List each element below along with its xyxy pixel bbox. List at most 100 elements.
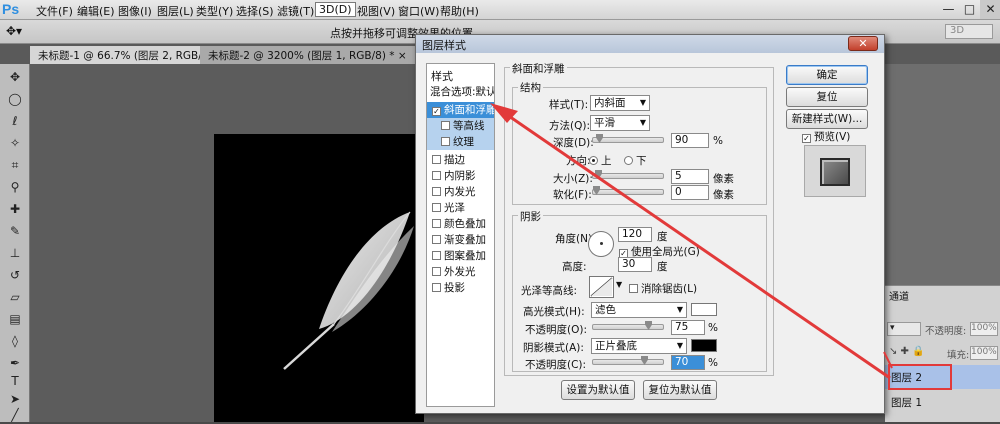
lasso-tool-icon[interactable]: ℓ	[5, 112, 25, 130]
ok-button[interactable]: 确定	[786, 65, 868, 85]
style-satin[interactable]: 光泽	[427, 200, 494, 216]
shadow-opacity-slider[interactable]	[592, 356, 664, 365]
minimize-icon[interactable]: —	[938, 0, 959, 19]
style-texture[interactable]: 纹理	[427, 134, 494, 150]
new-style-button[interactable]: 新建样式(W)...	[786, 109, 868, 129]
style-inner-glow[interactable]: 内发光	[427, 184, 494, 200]
line-tool-icon[interactable]: ╱	[5, 406, 25, 424]
eraser-tool-icon[interactable]: ▱	[5, 288, 25, 306]
make-default-button[interactable]: 设置为默认值	[561, 380, 635, 400]
checkbox[interactable]	[432, 171, 441, 180]
style-inner-shadow[interactable]: 内阴影	[427, 168, 494, 184]
angle-dial[interactable]	[588, 231, 614, 257]
gloss-contour-picker[interactable]	[589, 276, 614, 298]
style-color-overlay[interactable]: 颜色叠加	[427, 216, 494, 232]
checkbox[interactable]	[432, 155, 441, 164]
menu-filter[interactable]: 滤镜(T)	[277, 3, 314, 19]
direction-down-radio[interactable]: 下	[624, 153, 647, 168]
soften-field[interactable]: 0	[671, 185, 709, 200]
restore-icon[interactable]: □	[959, 0, 980, 19]
altitude-unit: 度	[657, 261, 668, 273]
highlight-mode-select[interactable]: 滤色 ▼	[591, 302, 687, 318]
reset-button[interactable]: 复位	[786, 87, 868, 107]
menu-3d[interactable]: 3D(D)	[315, 2, 356, 17]
highlight-opacity-slider[interactable]	[592, 321, 664, 330]
checkbox[interactable]	[432, 235, 441, 244]
preview-checkbox[interactable]: ✓ 预览(V)	[802, 129, 850, 144]
checkbox[interactable]	[432, 203, 441, 212]
checkbox[interactable]	[432, 187, 441, 196]
depth-label: 深度(D):	[553, 137, 594, 149]
channels-tab[interactable]: 通道	[889, 288, 909, 303]
brush-tool-icon[interactable]: ✎	[5, 222, 25, 240]
highlight-opacity-field[interactable]: 75	[671, 320, 705, 335]
menu-file[interactable]: 文件(F)	[36, 3, 73, 19]
menu-type[interactable]: 类型(Y)	[196, 3, 233, 19]
checkbox[interactable]	[432, 267, 441, 276]
style-contour[interactable]: 等高线	[427, 118, 494, 134]
checkbox[interactable]	[432, 251, 441, 260]
marquee-tool-icon[interactable]: ◯	[5, 90, 25, 108]
healing-brush-icon[interactable]: ✚	[5, 200, 25, 218]
magic-wand-icon[interactable]: ✧	[5, 134, 25, 152]
toolbox: ✥ ◯ ℓ ✧ ⌗ ⚲ ✚ ✎ ⊥ ↺ ▱ ▤ ◊ ✒ T ➤ ╱	[0, 64, 30, 422]
blend-options-item[interactable]: 混合选项:默认	[427, 84, 494, 100]
move-tool-icon[interactable]: ✥	[5, 68, 25, 86]
menu-layer[interactable]: 图层(L)	[157, 3, 194, 19]
blend-mode-select[interactable]: ▾	[887, 322, 921, 336]
checkbox[interactable]	[441, 121, 450, 130]
layer-row-1[interactable]: 图层 1	[885, 390, 1000, 414]
altitude-field[interactable]: 30	[618, 257, 652, 272]
direction-up-radio[interactable]: 上	[589, 153, 612, 168]
dialog-close-icon[interactable]: ✕	[848, 36, 878, 51]
style-bevel-emboss[interactable]: ✓ 斜面和浮雕	[427, 102, 494, 118]
style-gradient-overlay[interactable]: 渐变叠加	[427, 232, 494, 248]
blur-tool-icon[interactable]: ◊	[5, 332, 25, 350]
fill-field[interactable]: 100%	[970, 346, 998, 360]
menu-help[interactable]: 帮助(H)	[440, 3, 479, 19]
crop-tool-icon[interactable]: ⌗	[5, 156, 25, 174]
doc-tab-2[interactable]: 未标题-2 @ 3200% (图层 1, RGB/8) * ×	[200, 46, 415, 64]
checkbox[interactable]	[432, 283, 441, 292]
shadow-color-swatch[interactable]	[691, 339, 717, 352]
soften-slider[interactable]	[592, 186, 664, 195]
checkbox[interactable]	[432, 219, 441, 228]
menu-edit[interactable]: 编辑(E)	[77, 3, 115, 19]
bevel-style-select[interactable]: 内斜面 ▼	[590, 95, 650, 111]
antialias-checkbox[interactable]: 消除锯齿(L)	[629, 281, 697, 296]
angle-field[interactable]: 120	[618, 227, 652, 242]
depth-slider[interactable]	[592, 134, 664, 143]
lock-icons[interactable]: ↘ ✚ 🔒	[889, 346, 925, 357]
style-stroke[interactable]: 描边	[427, 152, 494, 168]
pen-tool-icon[interactable]: ✒	[5, 354, 25, 372]
shadow-mode-select[interactable]: 正片叠底 ▼	[591, 338, 687, 354]
gradient-tool-icon[interactable]: ▤	[5, 310, 25, 328]
type-tool-icon[interactable]: T	[5, 372, 25, 390]
size-field[interactable]: 5	[671, 169, 709, 184]
menu-image[interactable]: 图像(I)	[118, 3, 152, 19]
checkbox[interactable]	[441, 137, 450, 146]
stamp-tool-icon[interactable]: ⊥	[5, 244, 25, 262]
menu-window[interactable]: 窗口(W)	[398, 3, 439, 19]
checkbox-checked[interactable]: ✓	[432, 107, 441, 116]
contour-dropdown-icon[interactable]: ▼	[616, 280, 622, 289]
highlight-color-swatch[interactable]	[691, 303, 717, 316]
shadow-opacity-field[interactable]: 70	[671, 355, 705, 370]
angle-unit: 度	[657, 231, 668, 243]
style-pattern-overlay[interactable]: 图案叠加	[427, 248, 494, 264]
close-icon[interactable]: ✕	[980, 0, 1000, 19]
eyedropper-icon[interactable]: ⚲	[5, 178, 25, 196]
highlight-opacity-unit: %	[708, 322, 718, 334]
style-drop-shadow[interactable]: 投影	[427, 280, 494, 296]
size-slider[interactable]	[592, 170, 664, 179]
technique-select[interactable]: 平滑 ▼	[590, 115, 650, 131]
move-icon[interactable]: ✥▾	[6, 24, 22, 38]
menu-view[interactable]: 视图(V)	[357, 3, 395, 19]
history-brush-icon[interactable]: ↺	[5, 266, 25, 284]
reset-default-button[interactable]: 复位为默认值	[643, 380, 717, 400]
depth-field[interactable]: 90	[671, 133, 709, 148]
mode-3d-select[interactable]: 3D	[945, 24, 993, 39]
menu-select[interactable]: 选择(S)	[236, 3, 274, 19]
opacity-field[interactable]: 100%	[970, 322, 998, 336]
style-outer-glow[interactable]: 外发光	[427, 264, 494, 280]
